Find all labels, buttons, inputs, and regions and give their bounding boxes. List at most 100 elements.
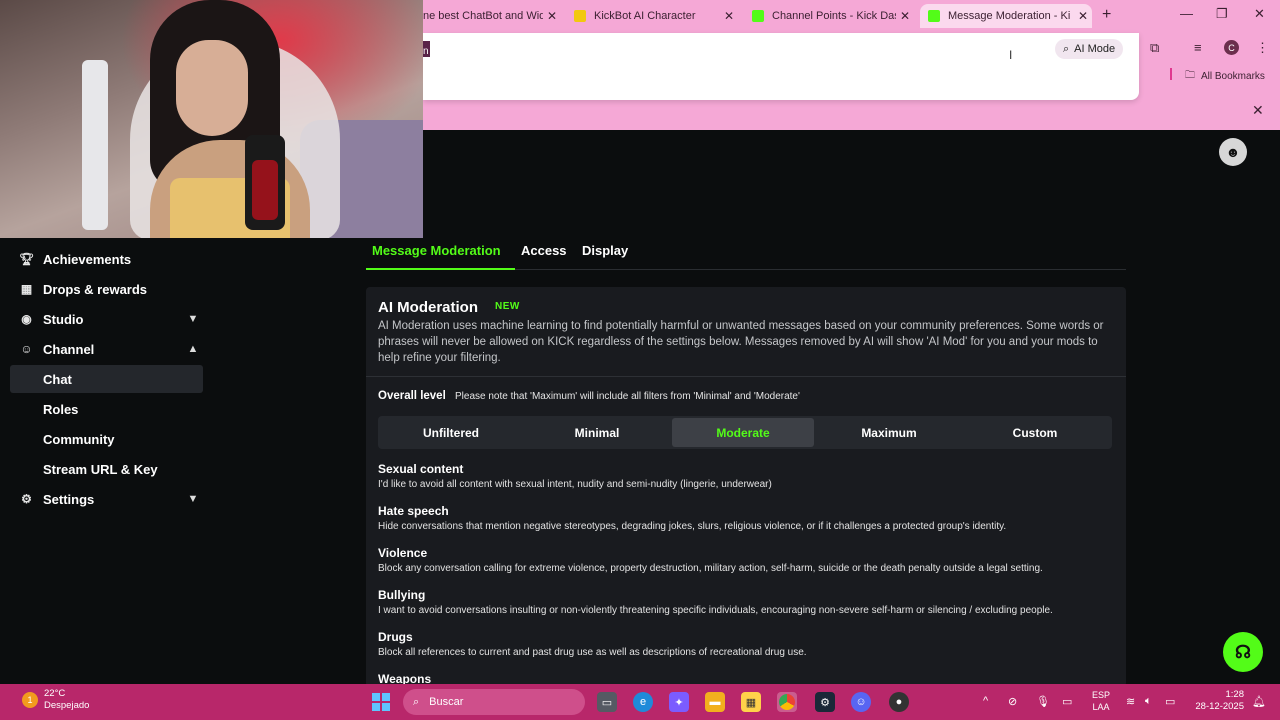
new-tab-icon[interactable]: + — [1102, 6, 1111, 24]
browser-tab[interactable]: KickBot AI Character ✕ — [570, 4, 738, 28]
task-view-icon[interactable]: ▭ — [597, 692, 617, 712]
language-indicator[interactable]: ESP LAA — [1092, 689, 1110, 713]
text-cursor-icon: I — [1009, 48, 1013, 62]
category-description: I'd like to avoid all content with sexua… — [378, 479, 772, 490]
kick-favicon-icon — [928, 10, 940, 22]
copilot-icon[interactable]: ✦ — [669, 692, 689, 712]
close-tab-icon[interactable]: ✕ — [896, 9, 914, 23]
ai-mode-label: AI Mode — [1074, 43, 1116, 55]
clock-date: 28-12-2025 — [1195, 701, 1244, 712]
minimize-icon[interactable]: — — [1180, 6, 1193, 21]
battery-icon[interactable]: ▭ — [1165, 695, 1175, 708]
notifications-bell-icon[interactable]: 🔔︎ — [1252, 695, 1266, 708]
browser-tab[interactable]: Channel Points - Kick Dash ✕ — [748, 4, 914, 28]
sidebar-item-community[interactable]: Community — [10, 425, 203, 453]
sidebar-item-stream-url-key[interactable]: Stream URL & Key — [10, 455, 203, 483]
volume-icon[interactable]: 🔈︎ — [1145, 695, 1152, 708]
sidebar-item-channel[interactable]: ☺ Channel ▲ — [10, 335, 203, 363]
microphone-icon[interactable]: 🎙︎ — [1036, 695, 1050, 708]
level-selector: Unfiltered Minimal Moderate Maximum Cust… — [378, 416, 1112, 449]
close-infobar-icon[interactable]: ✕ — [1252, 102, 1264, 119]
chrome-icon[interactable] — [777, 692, 797, 712]
search-placeholder: Buscar — [429, 696, 464, 708]
kickbot-favicon-icon — [574, 10, 586, 22]
overall-level-row: Overall level Please note that 'Maximum'… — [378, 390, 800, 402]
tab-display[interactable]: Display — [582, 243, 628, 258]
ai-moderation-panel: AI Moderation NEW AI Moderation uses mac… — [366, 287, 1126, 687]
sidebar-item-roles[interactable]: Roles — [10, 395, 203, 423]
sidebar-item-chat[interactable]: Chat — [10, 365, 203, 393]
wifi-icon[interactable]: ≋ — [1126, 695, 1135, 708]
edge-icon[interactable]: e — [633, 692, 653, 712]
media-control-icon[interactable]: ≡ — [1194, 40, 1202, 55]
weather-temperature: 22°C — [44, 688, 66, 699]
clock-time: 1:28 — [1225, 689, 1245, 700]
category-title: Drugs — [378, 630, 413, 644]
close-tab-icon[interactable]: ✕ — [720, 9, 738, 23]
close-tab-icon[interactable]: ✕ — [1074, 9, 1092, 23]
chevron-up-icon: ▲ — [187, 343, 199, 355]
category-description: Block all references to current and past… — [378, 647, 807, 658]
search-icon: ⌕ — [413, 695, 420, 708]
tab-title: ne best ChatBot and Widg — [423, 10, 543, 22]
overall-level-label: Overall level — [378, 390, 446, 402]
chevron-down-icon: ▼ — [187, 493, 199, 505]
category-title: Hate speech — [378, 504, 449, 518]
kick-favicon-icon — [752, 10, 764, 22]
level-minimal-button[interactable]: Minimal — [526, 418, 668, 447]
users-icon: ☺ — [20, 342, 33, 356]
store-icon[interactable]: ▦ — [741, 692, 761, 712]
level-custom-button[interactable]: Custom — [964, 418, 1106, 447]
category-description: Block any conversation calling for extre… — [378, 563, 1043, 574]
user-avatar[interactable]: ☻ — [1219, 138, 1247, 166]
category-description: I want to avoid conversations insulting … — [378, 605, 1053, 616]
sidebar-item-drops-rewards[interactable]: ▦ Drops & rewards — [10, 275, 203, 303]
category-description: Hide conversations that mention negative… — [378, 521, 1007, 532]
discord-icon[interactable]: ☺ — [851, 692, 871, 712]
webcam-overlay — [0, 0, 423, 238]
trophy-icon: 🏆︎ — [18, 252, 35, 266]
ai-moderation-description: AI Moderation uses machine learning to f… — [378, 320, 1104, 364]
ai-mode-button[interactable]: ⌕ AI Mode — [1055, 39, 1124, 59]
taskbar-search[interactable]: ⌕ Buscar — [403, 689, 585, 715]
level-maximum-button[interactable]: Maximum — [818, 418, 960, 447]
windows-start-icon[interactable] — [372, 693, 390, 711]
address-bar[interactable]: n I ⌕ AI Mode — [423, 33, 1139, 100]
bookmark-separator — [1170, 68, 1172, 80]
browser-menu-icon[interactable]: ⋮ — [1256, 40, 1269, 56]
support-chat-button[interactable]: ☊ — [1223, 632, 1263, 672]
profile-avatar[interactable]: C — [1224, 40, 1239, 55]
obs-icon[interactable]: ● — [889, 692, 909, 712]
steam-icon[interactable]: ⚙ — [815, 692, 835, 712]
weather-widget[interactable]: 1 22°C Despejado — [22, 688, 89, 712]
level-moderate-button[interactable]: Moderate — [672, 418, 814, 447]
extensions-icon[interactable]: ⧉ — [1150, 40, 1159, 56]
file-explorer-icon[interactable]: ▬ — [705, 692, 725, 712]
chevron-down-icon: ▼ — [187, 313, 199, 325]
sidebar-item-achievements[interactable]: 🏆︎ Achievements — [10, 245, 203, 273]
gift-icon: ▦ — [20, 282, 33, 296]
tray-overflow-icon[interactable]: ^ — [983, 695, 988, 707]
network-off-icon[interactable]: ⊘ — [1008, 695, 1017, 708]
browser-tab[interactable]: ne best ChatBot and Widg ✕ — [423, 4, 561, 28]
taskbar-clock[interactable]: 1:28 28-12-2025 — [1188, 689, 1244, 713]
tab-title: Message Moderation - Kick — [948, 10, 1070, 22]
tab-message-moderation[interactable]: Message Moderation — [372, 243, 501, 258]
all-bookmarks-button[interactable]: 🗀 All Bookmarks — [1185, 68, 1265, 85]
category-title: Bullying — [378, 588, 426, 602]
close-tab-icon[interactable]: ✕ — [543, 9, 561, 23]
restore-icon[interactable]: ❐ — [1216, 6, 1228, 22]
tab-access[interactable]: Access — [521, 243, 567, 258]
new-badge: NEW — [495, 301, 520, 312]
sidebar-item-settings[interactable]: ⚙ Settings ▼ — [10, 485, 203, 513]
studio-icon: ◉ — [21, 312, 32, 326]
close-window-icon[interactable]: ✕ — [1254, 6, 1265, 22]
settings-subtabs: Message Moderation Access Display — [366, 240, 1126, 270]
gear-icon: ⚙ — [21, 492, 32, 506]
level-unfiltered-button[interactable]: Unfiltered — [380, 418, 522, 447]
browser-tab-active[interactable]: Message Moderation - Kick ✕ — [920, 4, 1092, 28]
tab-title: Channel Points - Kick Dash — [772, 10, 896, 22]
active-tab-indicator — [366, 268, 515, 270]
notification-icon[interactable]: ▭ — [1062, 695, 1072, 708]
sidebar-item-studio[interactable]: ◉ Studio ▼ — [10, 305, 203, 333]
